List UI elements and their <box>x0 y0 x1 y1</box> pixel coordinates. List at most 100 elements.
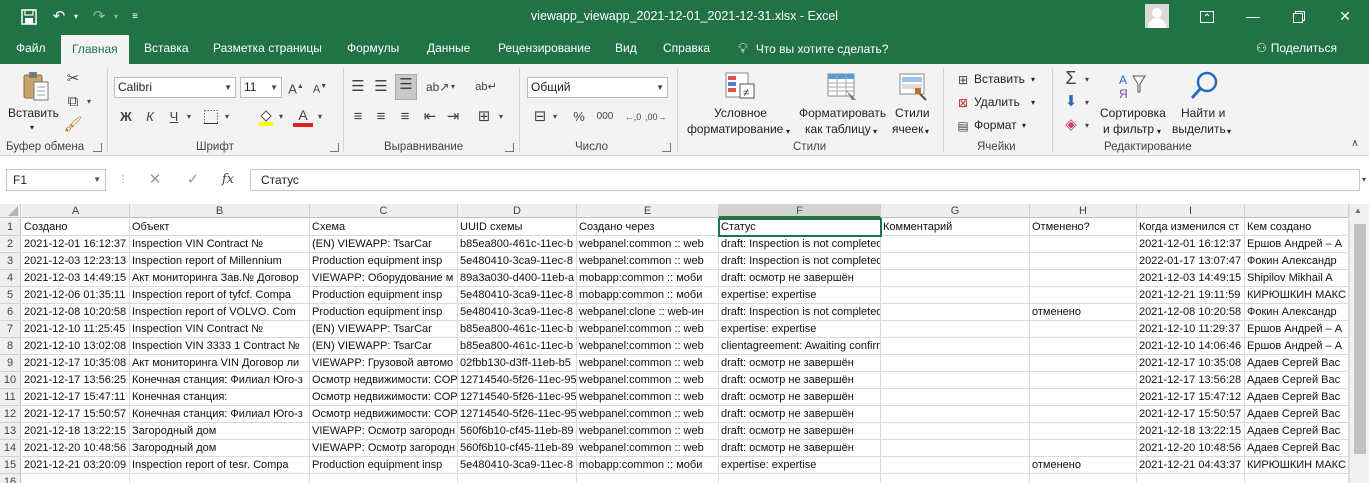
clear-icon[interactable]: ◈ <box>1060 115 1082 135</box>
table-cell[interactable]: expertise: expertise <box>719 287 881 304</box>
fill-dropdown-icon[interactable]: ▾ <box>1082 93 1092 113</box>
table-cell[interactable]: Фокин Александр <box>1245 253 1349 270</box>
table-cell[interactable] <box>1030 270 1137 287</box>
insert-cells-button[interactable]: Вставить <box>974 72 1025 87</box>
table-cell[interactable]: Осмотр недвижимости: СОР <box>310 389 458 406</box>
table-cell[interactable]: 560f6b10-cf45-11eb-89 <box>458 440 577 457</box>
row-header[interactable]: 16 <box>0 474 21 483</box>
table-cell[interactable]: mobapp:common :: моби <box>577 270 719 287</box>
table-cell[interactable]: draft: осмотр не завершён <box>719 389 881 406</box>
table-cell[interactable]: 89a3a030-d400-11eb-a <box>458 270 577 287</box>
table-cell[interactable] <box>1030 389 1137 406</box>
table-cell[interactable] <box>577 474 719 483</box>
thousands-separator-button[interactable]: 000 <box>593 107 617 127</box>
table-cell[interactable] <box>1030 406 1137 423</box>
scroll-thumb[interactable] <box>1354 224 1366 454</box>
font-color-dropdown-icon[interactable]: ▾ <box>315 107 325 127</box>
row-header[interactable]: 1 <box>0 219 21 236</box>
table-cell[interactable] <box>1030 474 1137 483</box>
table-cell[interactable]: mobapp:common :: моби <box>577 287 719 304</box>
table-cell[interactable]: 2021-12-17 15:50:57 <box>1137 406 1245 423</box>
table-cell[interactable]: 2021-12-03 12:23:13 <box>22 253 130 270</box>
table-cell[interactable]: 5e480410-3ca9-11ec-8 <box>458 287 577 304</box>
header-cell[interactable]: Комментарий <box>881 219 1030 236</box>
fill-icon[interactable]: ⬇ <box>1060 92 1082 112</box>
table-cell[interactable] <box>1030 321 1137 338</box>
table-cell[interactable]: Загородный дом <box>130 440 310 457</box>
decrease-decimal-icon[interactable]: ,00→ <box>645 107 667 127</box>
table-cell[interactable]: Production equipment insp <box>310 287 458 304</box>
table-cell[interactable]: webpanel:common :: web <box>577 321 719 338</box>
table-cell[interactable]: 2021-12-03 14:49:15 <box>1137 270 1245 287</box>
table-cell[interactable]: Акт мониторинга Зав.№ Договор <box>130 270 310 287</box>
header-cell[interactable]: Схема <box>310 219 458 236</box>
font-launcher-icon[interactable] <box>330 143 339 152</box>
table-cell[interactable]: Ершов Андрей – А <box>1245 321 1349 338</box>
restore-icon[interactable] <box>1276 0 1322 33</box>
sort-filter-button[interactable]: Сортировка <box>1100 106 1166 121</box>
table-cell[interactable] <box>1030 287 1137 304</box>
table-cell[interactable]: draft: осмотр не завершён <box>719 440 881 457</box>
table-cell[interactable]: Production equipment insp <box>310 253 458 270</box>
table-cell[interactable]: 2021-12-17 15:50:57 <box>22 406 130 423</box>
undo-icon[interactable]: ↶ <box>48 6 70 28</box>
header-cell[interactable]: Статус <box>718 218 882 237</box>
table-cell[interactable]: 560f6b10-cf45-11eb-89 <box>458 423 577 440</box>
table-cell[interactable] <box>881 287 1030 304</box>
name-box[interactable]: F1 ▼ <box>6 169 106 191</box>
confirm-entry-icon[interactable]: ✓ <box>183 170 203 190</box>
table-cell[interactable]: 2021-12-17 10:35:08 <box>22 355 130 372</box>
table-cell[interactable] <box>881 253 1030 270</box>
table-cell[interactable]: webpanel:common :: web <box>577 423 719 440</box>
font-size-combo[interactable]: 11 ▼ <box>240 77 282 98</box>
italic-button[interactable]: К <box>140 107 160 127</box>
align-top-icon[interactable]: ☰ <box>348 77 368 97</box>
header-cell[interactable]: UUID схемы <box>458 219 577 236</box>
format-as-table-dropdown-icon[interactable]: ▾ <box>873 124 877 139</box>
accounting-dropdown-icon[interactable]: ▾ <box>550 107 560 127</box>
row-header[interactable]: 13 <box>0 423 21 440</box>
table-cell[interactable]: Адаев Сергей Вас <box>1245 355 1349 372</box>
increase-font-icon[interactable]: A▲ <box>286 77 306 99</box>
table-cell[interactable]: Осмотр недвижимости: СОР <box>310 406 458 423</box>
table-cell[interactable]: draft: осмотр не завершён <box>719 406 881 423</box>
select-all-corner[interactable] <box>0 204 21 218</box>
tab-review[interactable]: Рецензирование <box>498 33 591 64</box>
table-cell[interactable]: КИРЮШКИН МАКС <box>1245 287 1349 304</box>
cell-styles-dropdown-icon[interactable]: ▾ <box>925 124 929 139</box>
fill-color-icon[interactable] <box>256 107 276 132</box>
table-cell[interactable]: Inspection report of VOLVO. Com <box>130 304 310 321</box>
table-cell[interactable]: отменено <box>1030 457 1137 474</box>
delete-cells-button[interactable]: Удалить <box>974 95 1020 110</box>
table-cell[interactable] <box>881 321 1030 338</box>
table-cell[interactable] <box>881 338 1030 355</box>
table-cell[interactable]: Ершов Андрей – А <box>1245 338 1349 355</box>
format-cells-icon[interactable]: ▤ <box>954 116 972 136</box>
table-cell[interactable]: Inspection report of tyfcf. Compa <box>130 287 310 304</box>
vertical-scrollbar[interactable]: ▲ <box>1349 204 1369 483</box>
minimize-icon[interactable]: — <box>1230 0 1276 33</box>
table-cell[interactable]: expertise: expertise <box>719 321 881 338</box>
table-cell[interactable]: webpanel:common :: web <box>577 406 719 423</box>
table-cell[interactable]: VIEWAPP: Оборудование м <box>310 270 458 287</box>
table-cell[interactable]: Конечная станция: Филиал Юго-з <box>130 372 310 389</box>
table-cell[interactable]: webpanel:common :: web <box>577 236 719 253</box>
paste-button[interactable]: Вставить <box>8 106 59 121</box>
table-cell[interactable]: отменено <box>1030 304 1137 321</box>
row-header[interactable]: 15 <box>0 457 21 474</box>
row-header[interactable]: 8 <box>0 338 21 355</box>
table-cell[interactable] <box>1030 236 1137 253</box>
delete-dropdown-icon[interactable]: ▾ <box>1031 95 1035 110</box>
table-cell[interactable]: 5e480410-3ca9-11ec-8 <box>458 457 577 474</box>
table-cell[interactable]: 2021-12-20 10:48:56 <box>1137 440 1245 457</box>
table-cell[interactable]: webpanel:common :: web <box>577 389 719 406</box>
tab-page-layout[interactable]: Разметка страницы <box>213 33 322 64</box>
number-format-combo[interactable]: Общий ▼ <box>527 77 668 98</box>
table-cell[interactable]: draft: Inspection is not completed <box>719 304 881 321</box>
number-launcher-icon[interactable] <box>662 143 671 152</box>
align-right-icon[interactable]: ≡ <box>395 107 415 127</box>
table-cell[interactable]: draft: Inspection is not completed <box>719 236 881 253</box>
tab-data[interactable]: Данные <box>427 33 470 64</box>
table-cell[interactable] <box>22 474 130 483</box>
tab-insert[interactable]: Вставка <box>144 33 189 64</box>
